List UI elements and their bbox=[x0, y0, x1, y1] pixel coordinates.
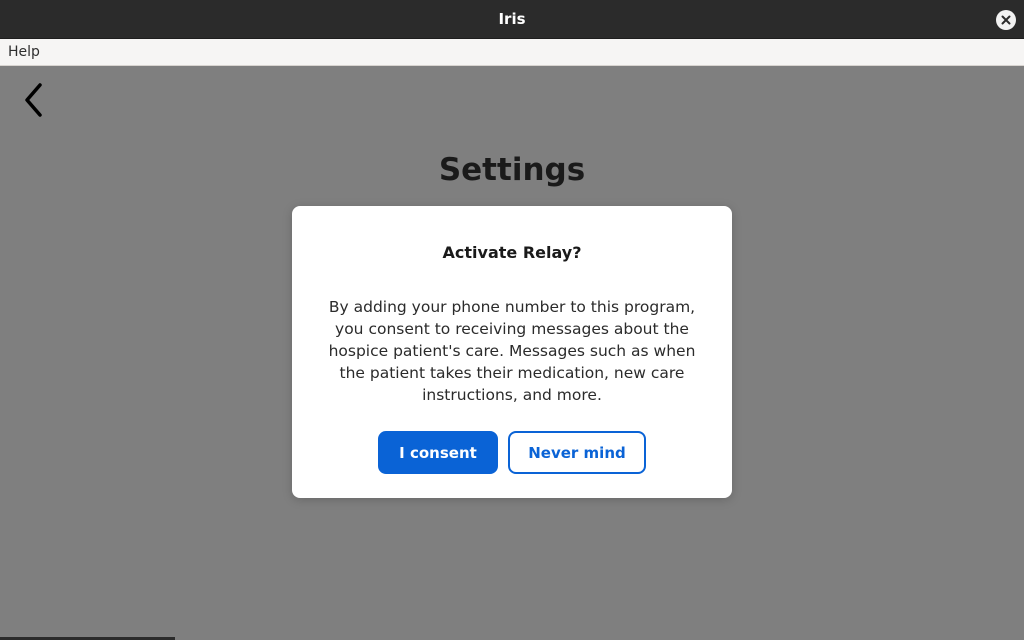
page-title: Settings bbox=[438, 152, 586, 188]
dialog-title: Activate Relay? bbox=[442, 243, 582, 262]
window-title: Iris bbox=[498, 10, 526, 28]
never-mind-button[interactable]: Never mind bbox=[508, 431, 646, 474]
back-button[interactable] bbox=[18, 80, 50, 120]
activate-relay-dialog: Activate Relay? By adding your phone num… bbox=[292, 206, 732, 498]
close-icon bbox=[1001, 15, 1011, 25]
chevron-left-icon bbox=[25, 83, 42, 117]
window-close-button[interactable] bbox=[996, 10, 1016, 30]
window-titlebar: Iris bbox=[0, 0, 1024, 39]
consent-button[interactable]: I consent bbox=[378, 431, 498, 474]
menu-help[interactable]: Help bbox=[0, 44, 48, 60]
menubar: Help bbox=[0, 39, 1024, 66]
dialog-body: By adding your phone number to this prog… bbox=[328, 298, 696, 404]
